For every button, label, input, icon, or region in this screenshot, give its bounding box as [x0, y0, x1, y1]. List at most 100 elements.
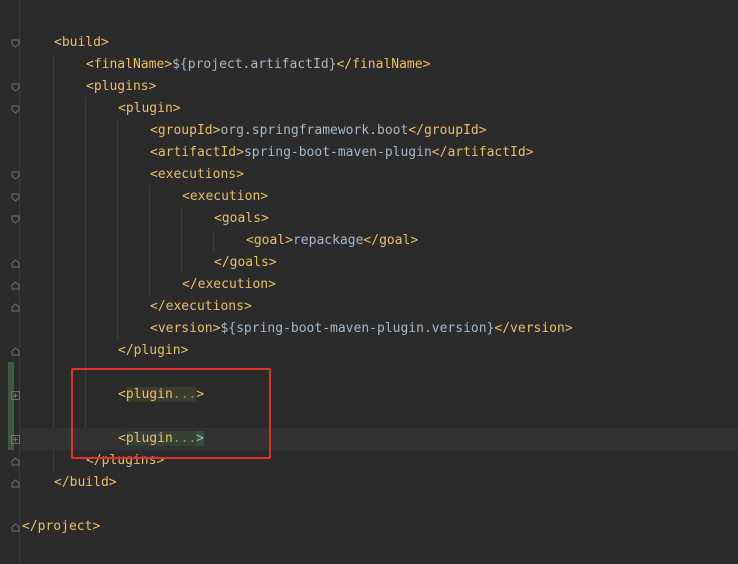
code-line[interactable]: </goals>: [20, 252, 738, 274]
tag-name: executions: [165, 299, 244, 314]
fold-marker-icon[interactable]: [11, 39, 20, 48]
tag-name: plugins: [93, 79, 149, 94]
tag-bracket: </: [22, 519, 38, 534]
tag-bracket: >: [422, 57, 431, 72]
tag-bracket: <: [86, 57, 94, 72]
code-line[interactable]: <artifactId>spring-boot-maven-plugin</ar…: [20, 142, 738, 164]
tag-text: repackage: [292, 233, 364, 248]
tag-bracket: >: [564, 321, 573, 336]
fold-marker-icon[interactable]: [11, 105, 20, 114]
tag-name: finalName: [93, 57, 165, 72]
code-line[interactable]: <executions>: [20, 164, 738, 186]
code-line[interactable]: <execution>: [20, 186, 738, 208]
fold-end-marker-icon[interactable]: [11, 303, 20, 312]
tag-bracket: >: [260, 211, 269, 226]
fold-end-marker-icon[interactable]: [11, 479, 20, 488]
tag-bracket: </: [54, 475, 70, 490]
tag-bracket: >: [285, 233, 293, 248]
tag-text: spring-boot-maven-plugin: [243, 145, 432, 160]
fold-marker-icon[interactable]: [11, 83, 20, 92]
tag-name: goals: [229, 255, 269, 270]
tag-name: artifactId: [157, 145, 237, 160]
code-line[interactable]: <plugins>: [20, 76, 738, 98]
tag-bracket: </: [431, 145, 448, 160]
tag-bracket: </: [182, 277, 198, 292]
code-line[interactable]: <plugin>: [20, 98, 738, 120]
tag-name: groupId: [423, 123, 479, 138]
code-line[interactable]: <finalName>${project.artifactId}</finalN…: [20, 54, 738, 76]
tag-name: goal: [253, 233, 286, 248]
tag-bracket: <: [150, 123, 158, 138]
tag-name: execution: [189, 189, 261, 204]
tag-bracket: </: [494, 321, 511, 336]
tag-bracket: >: [236, 145, 244, 160]
code-line[interactable]: <version > ${spring-boot-maven-plugin.vers…: [20, 318, 738, 340]
tag-bracket: </: [214, 255, 230, 270]
tag-bracket: >: [268, 277, 276, 292]
fold-end-marker-icon[interactable]: [11, 259, 20, 268]
tag-bracket: >: [164, 57, 173, 72]
code-line[interactable]: </plugin>: [20, 340, 738, 362]
fold-marker-icon[interactable]: [11, 193, 20, 202]
tag-bracket: >: [108, 475, 117, 490]
tag-name: goal: [379, 233, 411, 248]
tag-bracket: </: [150, 299, 166, 314]
tag-name: finalName: [352, 57, 423, 72]
tag-bracket: <: [214, 211, 222, 226]
tag-bracket: >: [148, 79, 157, 94]
fold-end-marker-icon[interactable]: [11, 281, 20, 290]
tag-name: project: [37, 519, 93, 534]
tag-bracket: <: [86, 79, 94, 94]
fold-end-marker-icon[interactable]: [11, 347, 20, 356]
tag-bracket: >: [260, 189, 269, 204]
tag-bracket: <: [150, 321, 158, 336]
tag-text: ${spring-boot-maven-plugin.version}: [220, 321, 495, 336]
fold-marker-icon[interactable]: [11, 215, 20, 224]
tag-name: build: [69, 475, 109, 490]
fold-marker-icon[interactable]: [11, 171, 20, 180]
tag-bracket: >: [525, 145, 534, 160]
code-line[interactable]: </build>: [20, 472, 738, 494]
tag-bracket: <: [150, 145, 158, 160]
tag-name: plugin: [125, 101, 173, 116]
code-line[interactable]: </execution>: [20, 274, 738, 296]
fold-end-marker-icon[interactable]: [11, 523, 20, 532]
tag-bracket: >: [100, 35, 109, 50]
tag-name: plugin: [133, 343, 181, 358]
tag-bracket: <: [150, 167, 158, 182]
tag-name: goals: [221, 211, 261, 226]
tag-text: ${project.artifactId}: [172, 57, 337, 72]
code-line[interactable]: <goals>: [20, 208, 738, 230]
code-line[interactable]: <groupId>org.springframework.boot</group…: [20, 120, 738, 142]
expand-fold-icon[interactable]: [11, 391, 20, 400]
expand-fold-icon[interactable]: [11, 435, 20, 444]
tag-name: groupId: [157, 123, 213, 138]
tag-name: artifactId: [447, 145, 526, 160]
tag-bracket: >: [478, 123, 487, 138]
tag-bracket: >: [92, 519, 101, 534]
code-line[interactable]: </project>: [20, 516, 738, 538]
code-line[interactable]: <build>: [20, 32, 738, 54]
tag-bracket: <: [54, 35, 62, 50]
tag-bracket: <: [182, 189, 190, 204]
tag-bracket: >: [172, 101, 181, 116]
tag-bracket: >: [268, 255, 277, 270]
tag-bracket: >: [236, 167, 244, 182]
tag-bracket: >: [410, 233, 419, 248]
code-line[interactable]: </executions>: [20, 296, 738, 318]
fold-end-marker-icon[interactable]: [11, 457, 20, 466]
tag-name: version: [157, 321, 213, 336]
tag-bracket: >: [243, 299, 252, 314]
tag-bracket: </: [336, 57, 353, 72]
tag-name: build: [61, 35, 101, 50]
tag-bracket: </: [408, 123, 424, 138]
tag-bracket: >: [180, 343, 189, 358]
tag-bracket: <: [118, 101, 126, 116]
tag-name: execution: [197, 277, 269, 292]
code-line[interactable]: <goal>repackage</goal>: [20, 230, 738, 252]
highlight-annotation-box: [71, 368, 271, 459]
tag-bracket: </: [363, 233, 380, 248]
tag-name: executions: [157, 167, 237, 182]
tag-text: org.springframework.boot: [220, 123, 409, 138]
tag-bracket: <: [246, 233, 254, 248]
